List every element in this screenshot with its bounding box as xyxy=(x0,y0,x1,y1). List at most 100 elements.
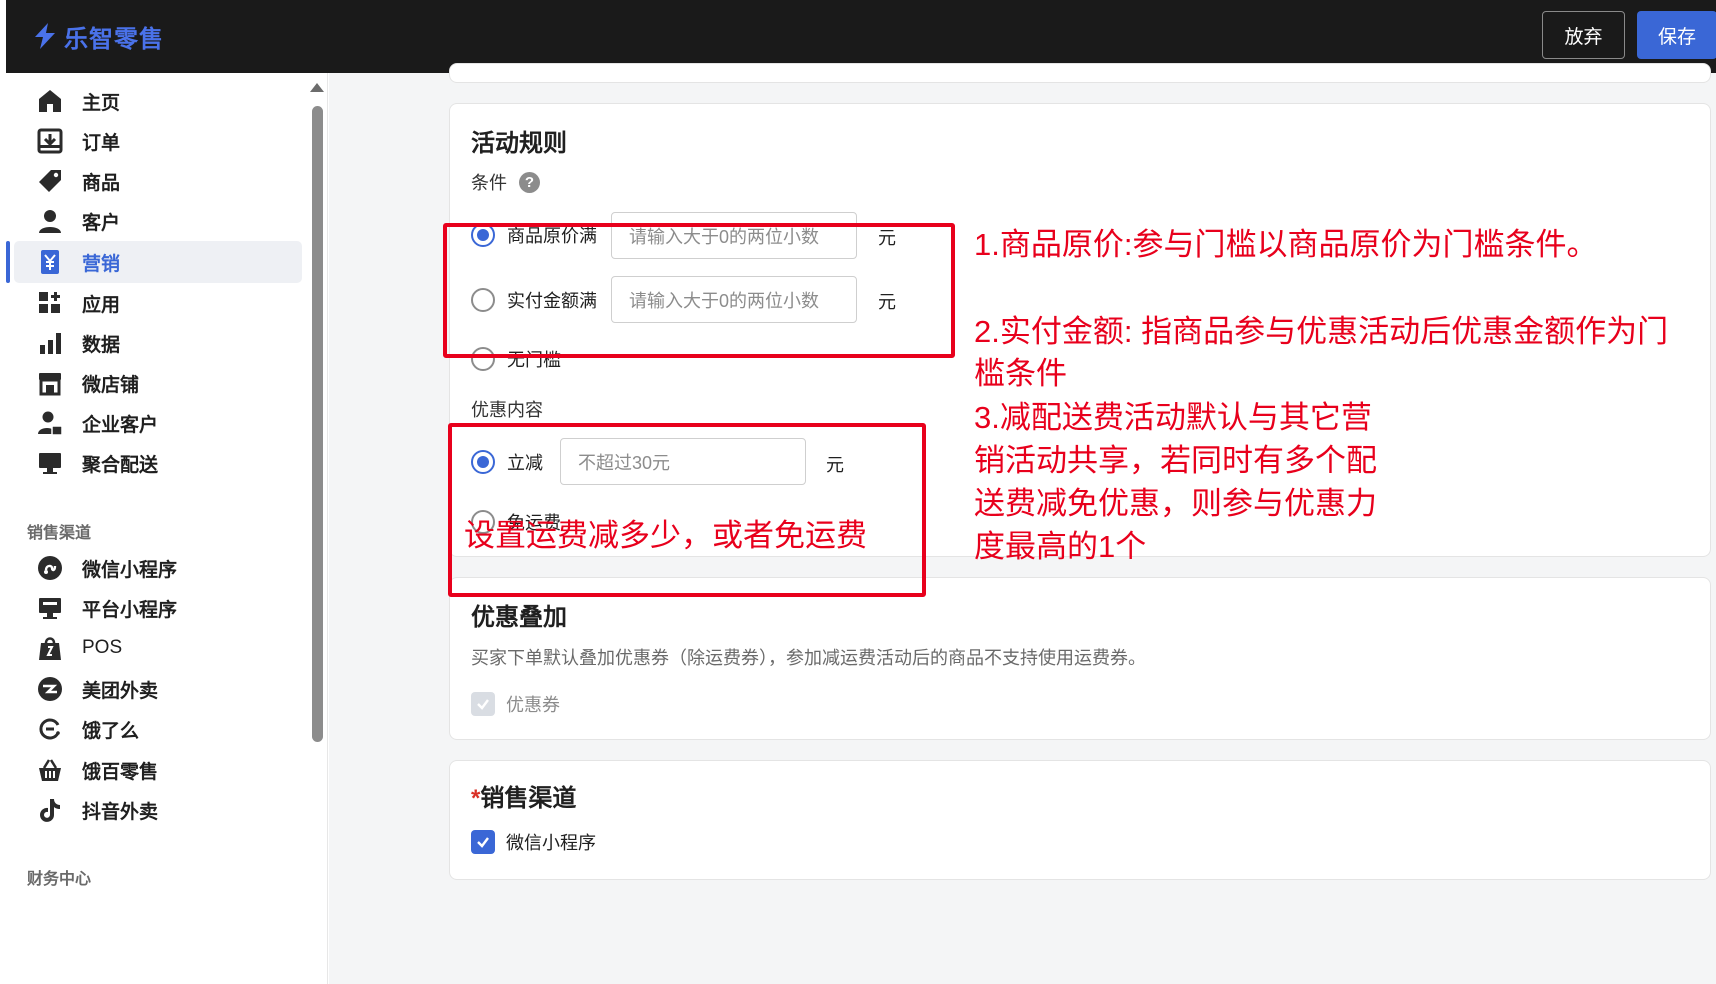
meituan-icon xyxy=(36,675,64,703)
radio-checked-icon xyxy=(471,223,495,247)
order-icon xyxy=(36,127,64,155)
annotation-overlay-text: 设置运费减多少，或者免运费 xyxy=(464,518,867,553)
annotation-note-2-line-1: 2.实付金额: 指商品参与优惠活动后优惠金额作为门 xyxy=(974,314,1669,349)
discount-stacking-card: 优惠叠加 买家下单默认叠加优惠券（除运费券），参加减运费活动后的商品不支持使用运… xyxy=(449,577,1711,740)
user-icon xyxy=(36,207,64,235)
pos-icon xyxy=(36,634,64,662)
store-icon xyxy=(36,369,64,397)
sidebar-item-label: 数据 xyxy=(82,334,121,356)
unit-label: 元 xyxy=(878,228,896,248)
sidebar-item-label: 微店铺 xyxy=(82,374,140,396)
douyin-icon xyxy=(36,796,64,824)
sidebar-item-wechat-mini-program[interactable]: 微信小程序 xyxy=(14,547,302,589)
radio-no-threshold[interactable]: 无门槛 xyxy=(471,346,561,372)
sidebar: 主页 订单 商品 客户 营销 应用 数据 微店铺 企业客户 聚合配送 销售渠道 … xyxy=(6,73,328,984)
bar-chart-icon xyxy=(36,329,64,357)
brand-name: 乐智零售 xyxy=(64,25,164,53)
radio-label: 无门槛 xyxy=(507,350,561,370)
mini-program-icon xyxy=(36,554,64,582)
activity-rules-title: 活动规则 xyxy=(471,130,567,157)
tag-icon xyxy=(36,167,64,195)
condition-label-row: 条件 ? xyxy=(471,169,540,195)
wechat-mini-program-label: 微信小程序 xyxy=(506,833,596,853)
condition-label: 条件 xyxy=(471,173,507,193)
help-icon[interactable]: ? xyxy=(519,171,540,193)
sidebar-item-enterprise-customers[interactable]: 企业客户 xyxy=(14,402,302,444)
sidebar-item-order[interactable]: 订单 xyxy=(14,120,302,162)
sidebar-item-label: 主页 xyxy=(82,92,121,114)
annotation-note-2-line-2: 槛条件 xyxy=(974,356,1067,391)
sidebar-item-label: 应用 xyxy=(82,294,121,316)
brand-logo[interactable]: 乐智零售 xyxy=(32,18,164,54)
home-icon xyxy=(36,87,64,115)
sidebar-item-label: 美团外卖 xyxy=(82,680,159,702)
enterprise-user-icon xyxy=(36,409,64,437)
radio-original-price[interactable]: 商品原价满 xyxy=(471,222,597,248)
annotation-note-3-line-2: 销活动共享，若同时有多个配 xyxy=(974,443,1377,478)
required-mark: * xyxy=(471,785,481,812)
sidebar-item-apps[interactable]: 应用 xyxy=(14,282,302,324)
sidebar-item-label: 微信小程序 xyxy=(82,559,178,581)
sidebar-item-label: 订单 xyxy=(82,132,121,154)
annotation-note-1: 1.商品原价:参与门槛以商品原价为门槛条件。 xyxy=(974,227,1598,262)
sidebar-item-marketing[interactable]: 营销 xyxy=(6,241,302,283)
checkbox-disabled-icon xyxy=(471,692,495,716)
original-price-input[interactable]: 请输入大于0的两位小数 xyxy=(611,212,857,259)
save-button[interactable]: 保存 xyxy=(1637,11,1716,59)
sidebar-item-label: 营销 xyxy=(82,253,121,275)
basket-icon xyxy=(36,756,64,784)
sidebar-item-platform-mini-program[interactable]: 平台小程序 xyxy=(14,587,302,629)
discount-content-label: 优惠内容 xyxy=(471,400,543,420)
unit-label: 元 xyxy=(878,292,896,312)
apps-icon xyxy=(36,289,64,317)
coupon-checkbox[interactable]: 优惠券 xyxy=(471,691,560,717)
sidebar-item-pos[interactable]: POS xyxy=(14,627,302,669)
sidebar-item-label: 饿了么 xyxy=(82,720,140,742)
finance-section-title: 财务中心 xyxy=(27,871,92,888)
sidebar-item-products[interactable]: 商品 xyxy=(14,160,302,202)
wechat-mini-program-checkbox[interactable]: 微信小程序 xyxy=(471,829,596,855)
unit-label: 元 xyxy=(826,455,844,475)
scroll-up-arrow-icon[interactable] xyxy=(310,83,324,92)
radio-paid-amount[interactable]: 实付金额满 xyxy=(471,287,597,313)
sidebar-item-label: 抖音外卖 xyxy=(82,801,159,823)
radio-checked-icon xyxy=(471,450,495,474)
coupon-label: 优惠券 xyxy=(506,695,560,715)
sidebar-item-meituan[interactable]: 美团外卖 xyxy=(14,668,302,710)
sales-channels-section-title: 销售渠道 xyxy=(27,525,92,542)
reduce-amount-input[interactable]: 不超过30元 xyxy=(560,438,806,485)
stacking-description: 买家下单默认叠加优惠券（除运费券），参加减运费活动后的商品不支持使用运费券。 xyxy=(471,648,1146,668)
sidebar-item-label: 平台小程序 xyxy=(82,599,178,621)
sidebar-item-label: 聚合配送 xyxy=(82,454,159,476)
sidebar-item-customers[interactable]: 客户 xyxy=(14,200,302,242)
sidebar-item-data[interactable]: 数据 xyxy=(14,322,302,364)
radio-label: 商品原价满 xyxy=(507,226,597,246)
sidebar-item-label: 客户 xyxy=(82,212,121,234)
sidebar-item-label: 饿百零售 xyxy=(82,761,159,783)
radio-label: 立减 xyxy=(507,453,543,473)
sidebar-item-label: 企业客户 xyxy=(82,414,159,436)
previous-card xyxy=(449,63,1711,83)
sidebar-item-aggregated-delivery[interactable]: 聚合配送 xyxy=(14,442,302,484)
annotation-note-3-line-3: 送费减免优惠，则参与优惠力 xyxy=(974,486,1377,521)
discount-stacking-title: 优惠叠加 xyxy=(471,604,567,631)
page: 乐智零售 放弃 保存 主页 订单 商品 客户 营销 应用 数据 微店铺 企业客户… xyxy=(0,0,1716,984)
radio-label: 实付金额满 xyxy=(507,291,597,311)
sidebar-item-micro-store[interactable]: 微店铺 xyxy=(14,362,302,404)
sales-channel-title-text: 销售渠道 xyxy=(480,785,577,812)
platform-icon xyxy=(36,594,64,622)
sidebar-item-eleme[interactable]: 饿了么 xyxy=(14,708,302,750)
sidebar-scrollbar[interactable] xyxy=(312,106,323,742)
annotation-note-3-line-1: 3.减配送费活动默认与其它营 xyxy=(974,400,1372,435)
radio-instant-reduce[interactable]: 立减 xyxy=(471,449,543,475)
eleme-icon xyxy=(36,715,64,743)
paid-amount-input[interactable]: 请输入大于0的两位小数 xyxy=(611,276,857,323)
radio-unchecked-icon xyxy=(471,347,495,371)
logo-icon xyxy=(35,23,55,49)
sidebar-item-ebai-retail[interactable]: 饿百零售 xyxy=(14,749,302,791)
abandon-button[interactable]: 放弃 xyxy=(1542,11,1625,59)
sales-channel-title: *销售渠道 xyxy=(471,778,576,813)
sidebar-item-douyin[interactable]: 抖音外卖 xyxy=(14,789,302,831)
sales-channel-card: *销售渠道 微信小程序 xyxy=(449,760,1711,880)
sidebar-item-home[interactable]: 主页 xyxy=(14,80,302,122)
